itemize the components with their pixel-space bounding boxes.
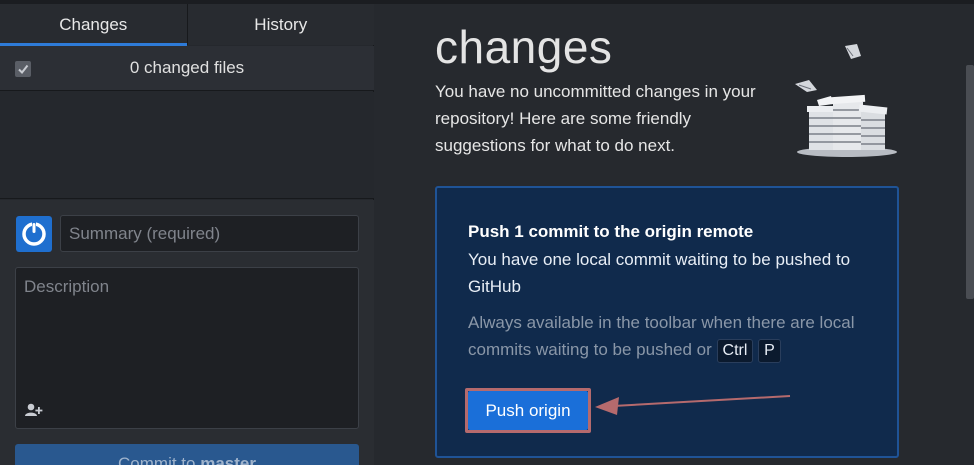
changes-sidebar: Changes History 0 changed files Summary … xyxy=(0,4,374,465)
shortcut-key-p: P xyxy=(758,339,781,363)
no-changes-view: changes You have no uncommitted changes … xyxy=(375,4,974,465)
tab-changes[interactable]: Changes xyxy=(0,4,187,46)
checkmark-icon xyxy=(18,64,29,75)
commit-button[interactable]: Commit to master xyxy=(15,444,359,465)
page-title: changes xyxy=(435,21,613,73)
tab-history[interactable]: History xyxy=(186,4,374,45)
commit-summary-input[interactable] xyxy=(60,215,359,252)
card-title: Push 1 commit to the origin remote xyxy=(468,222,754,241)
user-avatar xyxy=(16,216,52,252)
changed-files-list xyxy=(0,92,374,199)
card-hint-text: Always available in the toolbar when the… xyxy=(468,313,855,359)
changed-files-header: 0 changed files xyxy=(0,46,374,91)
card-description: You have one local commit waiting to be … xyxy=(468,250,851,296)
github-user-icon xyxy=(22,222,46,246)
commit-description-input[interactable] xyxy=(16,268,358,393)
changed-files-count: 0 changed files xyxy=(129,58,245,77)
commit-form: Commit to master xyxy=(0,200,374,465)
commit-button-label: Commit to xyxy=(118,454,196,465)
scrollbar[interactable] xyxy=(966,65,974,299)
commit-branch-name: master xyxy=(200,454,256,465)
card-hint: Always available in the toolbar when the… xyxy=(468,309,868,363)
paper-stack-illustration xyxy=(795,44,897,157)
add-coauthor-icon xyxy=(25,403,43,416)
annotation-arrow-icon xyxy=(595,395,791,415)
github-desktop-window: Changes History 0 changed files Summary … xyxy=(0,0,974,465)
intro-text: You have no uncommitted changes in your … xyxy=(435,82,756,155)
select-all-checkbox[interactable] xyxy=(15,61,31,77)
shortcut-key-ctrl: Ctrl xyxy=(716,339,754,363)
push-origin-button[interactable]: Push origin xyxy=(468,391,588,430)
commit-description-field xyxy=(15,267,359,429)
sidebar-tabs: Changes History xyxy=(0,4,374,46)
add-coauthor-button[interactable] xyxy=(24,402,44,418)
